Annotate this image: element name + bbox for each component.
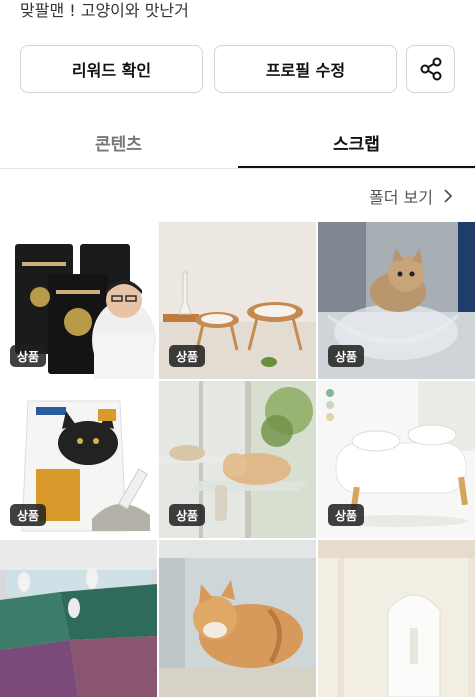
product-tag: 상품	[169, 345, 206, 367]
scrap-tile[interactable]: 상품	[318, 381, 475, 538]
scrap-tile[interactable]: 상품	[159, 381, 316, 538]
share-icon	[420, 57, 441, 81]
reward-check-button[interactable]: 리워드 확인	[20, 45, 203, 93]
product-tag: 상품	[169, 504, 206, 526]
product-tag: 상품	[10, 345, 47, 367]
profile-tabs: 콘텐츠 스크랩	[0, 118, 475, 169]
scrap-tile[interactable]	[159, 540, 316, 697]
scrap-tile[interactable]	[318, 540, 475, 697]
scrap-tile[interactable]: 상품	[318, 222, 475, 379]
folder-view-label: 폴더 보기	[369, 188, 433, 207]
product-tag: 상품	[328, 504, 365, 526]
product-tag: 상품	[10, 504, 47, 526]
product-image	[159, 540, 316, 697]
product-image	[0, 540, 157, 697]
scrap-tile[interactable]: 상품	[0, 381, 157, 538]
scrap-tile[interactable]: 상품	[0, 222, 157, 379]
share-button[interactable]	[406, 45, 455, 93]
product-image	[318, 540, 475, 697]
edit-profile-button[interactable]: 프로필 수정	[214, 45, 397, 93]
scrap-tile[interactable]: 상품	[159, 222, 316, 379]
product-tag: 상품	[328, 345, 365, 367]
chevron-right-icon	[443, 188, 453, 204]
scrap-tile[interactable]	[0, 540, 157, 697]
tab-divider	[0, 168, 475, 169]
tab-content[interactable]: 콘텐츠	[0, 118, 237, 167]
profile-subtitle: 맞팔맨 ! 고양이와 맛난거	[20, 1, 189, 20]
scrap-grid: 상품 상품 상품 상품 상품 상품	[0, 222, 475, 697]
folder-view-link[interactable]: 폴더 보기	[369, 184, 453, 208]
tab-scrap[interactable]: 스크랩	[238, 118, 475, 169]
